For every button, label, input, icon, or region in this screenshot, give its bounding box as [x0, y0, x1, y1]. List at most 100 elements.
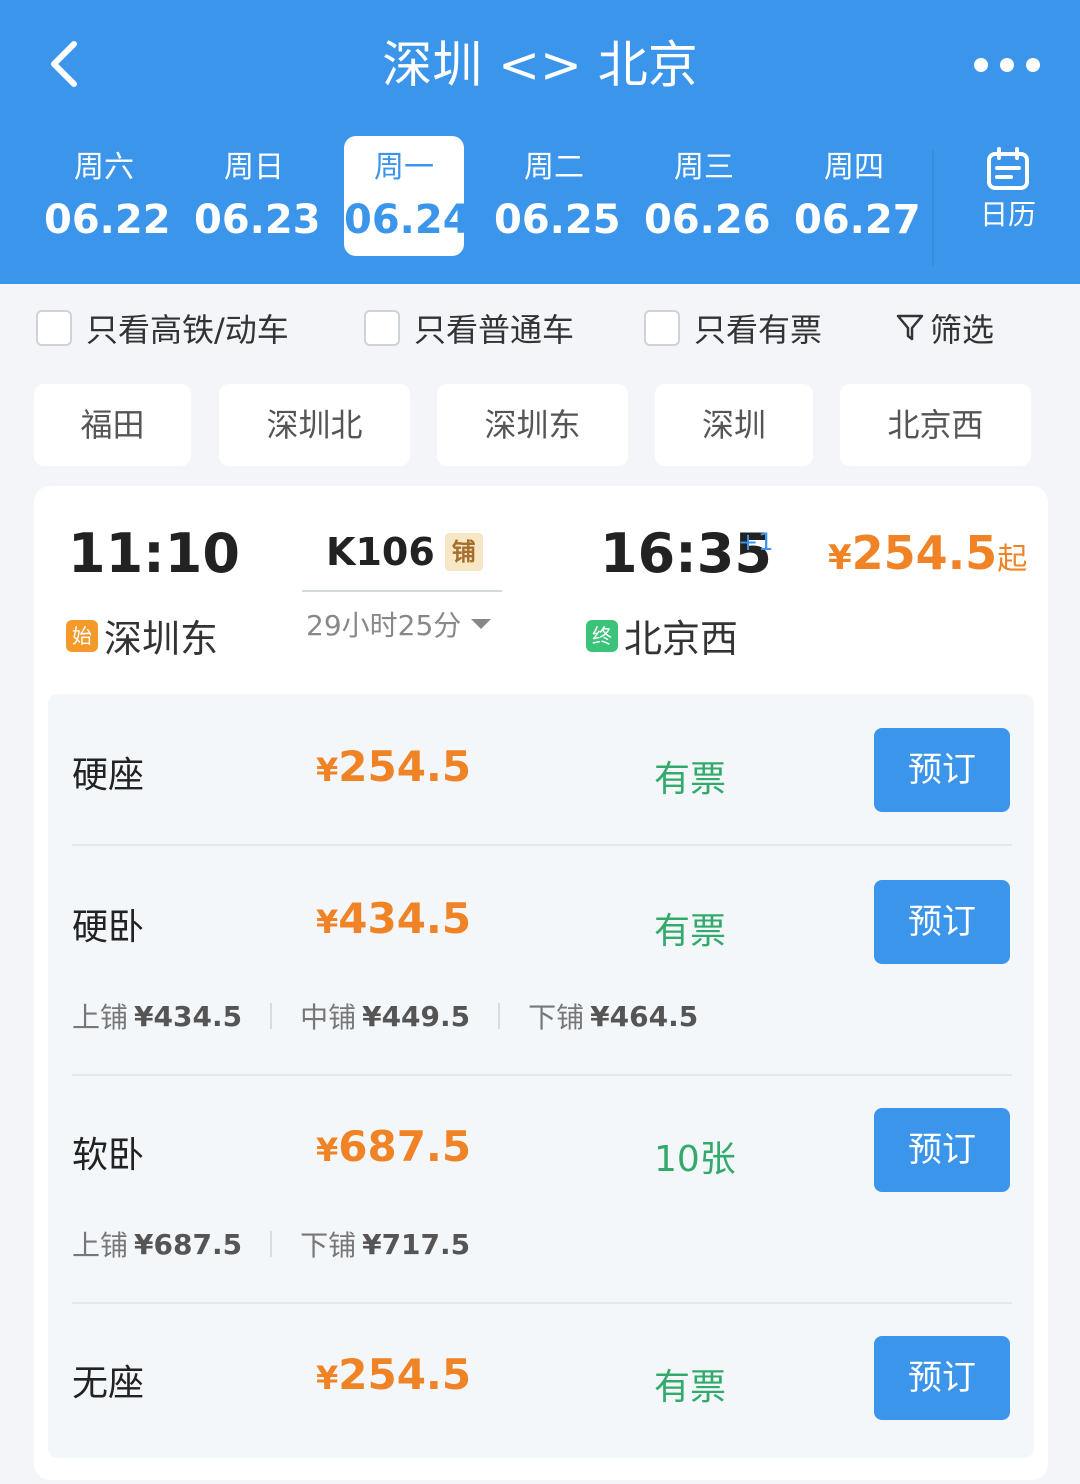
seat-row: 硬卧 ¥434.5 有票 预订 上铺 ¥434.5 中铺 ¥449.5 下铺 ¥464…	[72, 880, 1012, 1040]
seat-type: 硬座	[72, 755, 145, 796]
seat-type: 软卧	[72, 1135, 145, 1176]
seat-options: 硬座 ¥254.5 有票 预订 硬卧 ¥434.5 有票 预订 上铺 ¥434.5…	[48, 694, 1034, 1458]
filter-available-checkbox[interactable]: 只看有票	[644, 308, 823, 349]
date-value: 06.25	[494, 197, 621, 243]
train-number: K106 铺	[326, 530, 483, 574]
row-divider	[72, 1074, 1012, 1076]
availability: 有票	[654, 911, 727, 952]
next-day-indicator: +1	[738, 528, 774, 556]
seat-row: 软卧 ¥687.5 10张 预订 上铺 ¥687.5 下铺 ¥717.5	[72, 1108, 1012, 1268]
date-weekday: 周二	[524, 150, 584, 185]
berth-badge: 铺	[444, 533, 483, 571]
more-dots-icon	[974, 58, 988, 72]
berth-price: ¥464.5	[590, 999, 699, 1033]
seat-row: 无座 ¥254.5 有票 预订	[72, 1336, 1012, 1420]
date-value: 06.27	[794, 197, 921, 243]
calendar-label: 日历	[979, 198, 1036, 231]
book-button[interactable]: 预订	[874, 880, 1010, 964]
calendar-icon	[987, 147, 1029, 190]
berth-price: ¥717.5	[362, 1227, 471, 1261]
berth-label: 上铺	[72, 1001, 129, 1034]
calendar-button[interactable]: 日历	[950, 146, 1066, 246]
date-value: 06.24	[344, 197, 471, 243]
currency-symbol: ¥	[316, 1131, 339, 1169]
currency-symbol: ¥	[316, 751, 339, 789]
currency-symbol: ¥	[316, 1359, 339, 1397]
checkbox-box[interactable]	[36, 310, 72, 346]
seat-price: ¥254.5	[316, 742, 471, 791]
station-chip[interactable]: 福田	[34, 384, 191, 466]
station-chips: 福田 深圳北 深圳东 深圳 北京西	[0, 384, 1080, 466]
station-chip[interactable]: 北京西	[840, 384, 1031, 466]
separator	[270, 1003, 273, 1029]
calendar-divider	[932, 150, 934, 266]
filter-regular-checkbox[interactable]: 只看普通车	[364, 308, 575, 349]
berth-label: 下铺	[300, 1229, 357, 1262]
caret-down-icon	[471, 619, 492, 629]
date-weekday: 周四	[824, 150, 884, 185]
date-tab[interactable]: 周六 06.22	[44, 136, 171, 256]
arrival-station-name: 北京西	[624, 617, 739, 661]
date-tab[interactable]: 周三 06.26	[644, 136, 771, 256]
arrival-station: 终 北京西	[586, 608, 738, 663]
price-value: 687.5	[338, 1122, 472, 1171]
price-suffix: 起	[997, 542, 1028, 577]
station-chip[interactable]: 深圳	[655, 384, 813, 466]
station-chip[interactable]: 深圳北	[219, 384, 410, 466]
berth-prices: 上铺 ¥434.5 中铺 ¥449.5 下铺 ¥464.5	[72, 996, 698, 1036]
date-tab[interactable]: 周四 06.27	[794, 136, 921, 256]
date-tab-selected[interactable]: 周一 06.24	[344, 136, 471, 256]
station-chip[interactable]: 深圳东	[437, 384, 628, 466]
currency-symbol: ¥	[316, 903, 339, 941]
filter-button[interactable]: 筛选	[896, 308, 994, 349]
end-tag: 终	[586, 619, 618, 652]
date-selector: 周六 06.22 周日 06.23 周一 06.24 周二 06.25 周三 0…	[28, 136, 928, 256]
filter-label: 只看有票	[694, 311, 823, 349]
filter-label: 只看高铁/动车	[86, 311, 289, 349]
book-button[interactable]: 预订	[874, 1336, 1010, 1420]
separator	[498, 1003, 501, 1029]
checkbox-box[interactable]	[644, 310, 680, 346]
book-button[interactable]: 预订	[874, 1108, 1010, 1192]
price-value: 254.5	[851, 526, 998, 580]
berth-label: 上铺	[72, 1229, 129, 1262]
checkbox-box[interactable]	[364, 310, 400, 346]
date-tab[interactable]: 周日 06.23	[194, 136, 321, 256]
more-button[interactable]	[974, 50, 1040, 80]
price-value: 434.5	[338, 894, 472, 943]
duration-toggle[interactable]: 29小时25分	[306, 604, 492, 644]
date-weekday: 周一	[374, 150, 434, 185]
berth-label: 下铺	[528, 1001, 585, 1034]
seat-price: ¥254.5	[316, 1350, 471, 1399]
date-weekday: 周三	[674, 150, 734, 185]
date-tab[interactable]: 周二 06.25	[494, 136, 621, 256]
seat-row: 硬座 ¥254.5 有票 预订	[72, 728, 1012, 812]
row-divider	[72, 1302, 1012, 1304]
seat-price: ¥434.5	[316, 894, 471, 943]
train-card[interactable]: 11:10 始 深圳东 K106 铺 29小时25分 16:35 +1 终 北京…	[34, 486, 1048, 1480]
filter-label: 只看普通车	[414, 311, 575, 349]
price-value: 254.5	[338, 742, 472, 791]
start-tag: 始	[66, 619, 98, 652]
row-divider	[72, 844, 1012, 846]
berth-label: 中铺	[300, 1001, 357, 1034]
availability: 有票	[654, 759, 727, 800]
date-value: 06.26	[644, 197, 771, 243]
availability: 10张	[654, 1139, 736, 1180]
filter-bar: 只看高铁/动车 只看普通车 只看有票 筛选	[0, 284, 1080, 368]
date-weekday: 周六	[74, 150, 134, 185]
seat-type: 硬卧	[72, 907, 145, 948]
filter-high-speed-checkbox[interactable]: 只看高铁/动车	[36, 308, 289, 349]
seat-type: 无座	[72, 1363, 145, 1404]
berth-price: ¥687.5	[134, 1227, 243, 1261]
route-line	[302, 590, 502, 592]
departure-time: 11:10	[68, 522, 240, 585]
more-dot	[1000, 58, 1014, 72]
berth-price: ¥449.5	[362, 999, 471, 1033]
price-value: 254.5	[338, 1350, 472, 1399]
book-button[interactable]: 预订	[874, 728, 1010, 812]
departure-station: 始 深圳东	[66, 608, 218, 663]
seat-price: ¥687.5	[316, 1122, 471, 1171]
departure-station-name: 深圳东	[104, 617, 219, 661]
funnel-icon	[896, 314, 924, 341]
